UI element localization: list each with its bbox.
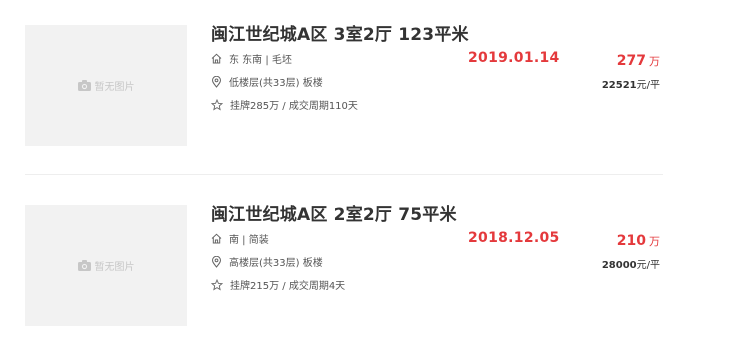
no-image-text: 暂无图片 — [94, 262, 135, 273]
camera-icon — [77, 80, 91, 91]
star-icon — [211, 98, 223, 110]
house-icon — [211, 53, 222, 64]
listing-thumbnail[interactable]: 暂无图片 — [25, 25, 187, 146]
unit-price: 28000元/平 — [602, 256, 660, 271]
floor-text: 低楼层(共33层) 板楼 — [229, 78, 323, 89]
total-price-value: 210 — [616, 233, 646, 249]
no-image-placeholder: 暂无图片 — [77, 78, 135, 93]
total-price: 210 万 — [617, 230, 660, 249]
deal-date: 2018.12.05 — [468, 230, 560, 246]
location-pin-icon — [211, 75, 222, 88]
unit-price: 22521元/平 — [602, 76, 660, 91]
total-price: 277 万 — [617, 50, 660, 69]
house-icon — [211, 233, 222, 244]
location-pin-icon — [211, 255, 222, 268]
deal-date: 2019.01.14 — [468, 50, 560, 66]
unit-price-suffix: 元/平 — [636, 80, 660, 91]
total-price-value: 277 — [616, 53, 646, 69]
floor-info: 低楼层(共33层) 板楼 — [211, 74, 323, 89]
orientation-text: 东 东南 | 毛坯 — [229, 55, 292, 66]
floor-text: 高楼层(共33层) 板楼 — [229, 258, 323, 269]
listing-thumbnail[interactable]: 暂无图片 — [25, 205, 187, 326]
no-image-placeholder: 暂无图片 — [77, 258, 135, 273]
total-price-unit: 万 — [649, 235, 660, 248]
listing-item[interactable]: 暂无图片 闽江世纪城A区 2室2厅 75平米 南 | 简装 高楼层(共33层) … — [0, 180, 740, 330]
unit-price-value: 28000 — [601, 260, 637, 271]
unit-price-suffix: 元/平 — [636, 260, 660, 271]
listing-title[interactable]: 闽江世纪城A区 2室2厅 75平米 — [211, 200, 457, 225]
total-price-unit: 万 — [649, 55, 660, 68]
listing-item[interactable]: 暂无图片 闽江世纪城A区 3室2厅 123平米 东 东南 | 毛坯 低楼层(共3… — [0, 0, 740, 150]
star-icon — [211, 278, 223, 290]
unit-price-value: 22521 — [601, 80, 637, 91]
deal-info: 挂牌285万 / 成交周期110天 — [211, 97, 358, 112]
listing-divider — [25, 174, 663, 175]
listing-title[interactable]: 闽江世纪城A区 3室2厅 123平米 — [211, 20, 469, 45]
deal-text: 挂牌215万 / 成交周期4天 — [230, 281, 346, 292]
camera-icon — [77, 260, 91, 271]
deal-info: 挂牌215万 / 成交周期4天 — [211, 277, 345, 292]
orientation-info: 南 | 简装 — [211, 231, 269, 246]
orientation-info: 东 东南 | 毛坯 — [211, 51, 292, 66]
floor-info: 高楼层(共33层) 板楼 — [211, 254, 323, 269]
no-image-text: 暂无图片 — [94, 82, 135, 93]
deal-text: 挂牌285万 / 成交周期110天 — [230, 101, 358, 112]
orientation-text: 南 | 简装 — [229, 235, 269, 246]
